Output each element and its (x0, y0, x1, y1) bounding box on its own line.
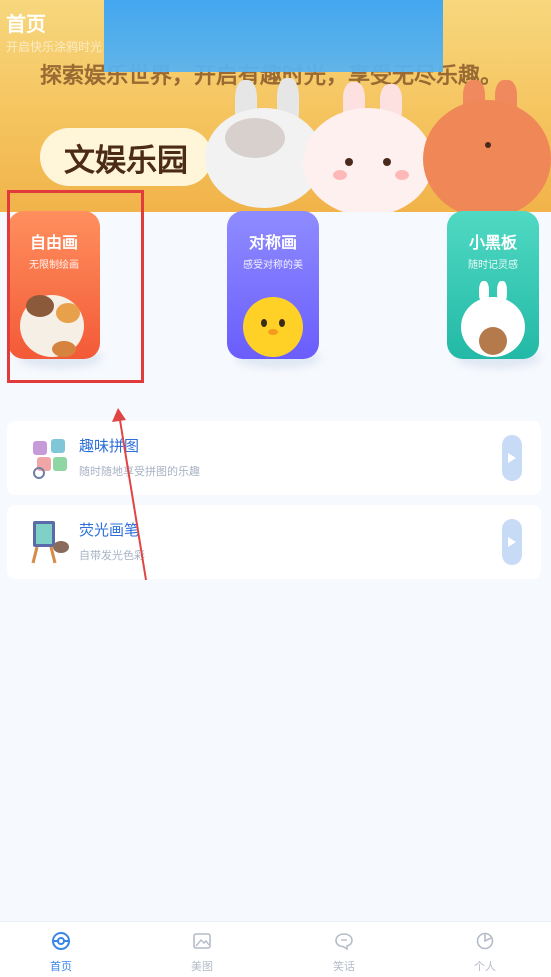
page-subtitle: 开启快乐涂鸦时光 (6, 40, 103, 54)
symmetric-draw-card[interactable]: 对称画 感受对称的美 (227, 211, 319, 359)
card-subtitle: 感受对称的美 (243, 260, 303, 271)
play-button[interactable] (502, 519, 522, 565)
banner-badge: 文娱乐园 (40, 128, 212, 186)
card-title: 小黑板 (468, 233, 517, 252)
page-title: 首页 (6, 12, 46, 36)
blackboard-card[interactable]: 小黑板 随时记灵感 (447, 211, 539, 359)
tab-personal[interactable]: 个人 (445, 922, 525, 977)
tab-label: 个人 (474, 960, 496, 973)
person-icon (476, 932, 494, 950)
tab-pictures[interactable]: 美图 (162, 922, 242, 977)
play-icon (508, 537, 516, 547)
easel-icon (27, 517, 73, 567)
play-button[interactable] (502, 435, 522, 481)
tab-jokes[interactable]: 笑话 (304, 922, 384, 977)
play-icon (508, 453, 516, 463)
chat-icon (335, 933, 353, 950)
tab-label: 首页 (50, 960, 72, 973)
status-overlay (104, 0, 443, 72)
home-ball-icon (52, 932, 70, 950)
bunny-bear-mascot-icon (453, 281, 533, 359)
yellow-chick-mascot-icon (235, 293, 311, 359)
tab-home[interactable]: 首页 (21, 922, 101, 977)
banner-mascots-illustration (195, 70, 551, 212)
card-title: 对称画 (248, 233, 297, 252)
puzzle-icon (27, 435, 73, 481)
highlight-box (7, 190, 144, 383)
tab-label: 笑话 (333, 960, 355, 973)
annotation-arrow (112, 408, 147, 581)
tab-label: 美图 (191, 960, 213, 973)
card-subtitle: 随时记灵感 (468, 260, 518, 271)
picture-icon (193, 933, 211, 949)
bottom-tab-bar: 首页 美图 笑话 个人 (0, 921, 551, 977)
list-item-puzzle[interactable]: 趣味拼图 随时随地享受拼图的乐趣 (7, 421, 541, 495)
list-item-glow-brush[interactable]: 荧光画笔 自带发光色彩 (7, 505, 541, 579)
